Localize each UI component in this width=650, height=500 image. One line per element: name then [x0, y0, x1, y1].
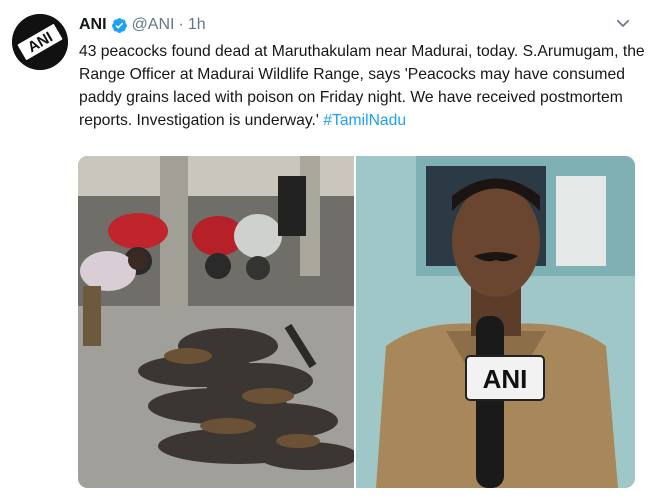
- chevron-down-icon[interactable]: [614, 14, 632, 32]
- tweet-text-line: reports. Investigation is underway.' #Ta…: [79, 109, 635, 132]
- tweet-media[interactable]: ANI: [78, 156, 635, 488]
- ani-logo-icon: ANI: [12, 14, 68, 70]
- tweet-text-line: Range Officer at Madurai Wildlife Range,…: [79, 66, 625, 83]
- tweet-text-line: paddy grains laced with poison on Friday…: [79, 89, 623, 106]
- media-photo-peacocks[interactable]: [78, 156, 354, 488]
- mic-label: ANI: [483, 364, 528, 394]
- tweet-text-line-fragment: reports. Investigation is underway.': [79, 112, 324, 129]
- tweet-timestamp[interactable]: 1h: [188, 16, 206, 34]
- tweet-header: ANI @ANI · 1h: [79, 14, 206, 36]
- tweet-card[interactable]: ANI ANI @ANI · 1h 43 peacocks found dead…: [0, 0, 650, 500]
- media-photo-officer[interactable]: ANI: [356, 156, 635, 488]
- avatar[interactable]: ANI: [12, 14, 68, 70]
- hashtag-link[interactable]: #TamilNadu: [323, 112, 406, 129]
- separator-dot: ·: [178, 16, 184, 33]
- author-handle[interactable]: @ANI: [132, 16, 175, 34]
- author-name[interactable]: ANI: [79, 16, 107, 34]
- tweet-text-line: 43 peacocks found dead at Maruthakulam n…: [79, 43, 645, 60]
- verified-badge-icon: [111, 17, 127, 33]
- tweet-text: 43 peacocks found dead at Maruthakulam n…: [79, 40, 645, 132]
